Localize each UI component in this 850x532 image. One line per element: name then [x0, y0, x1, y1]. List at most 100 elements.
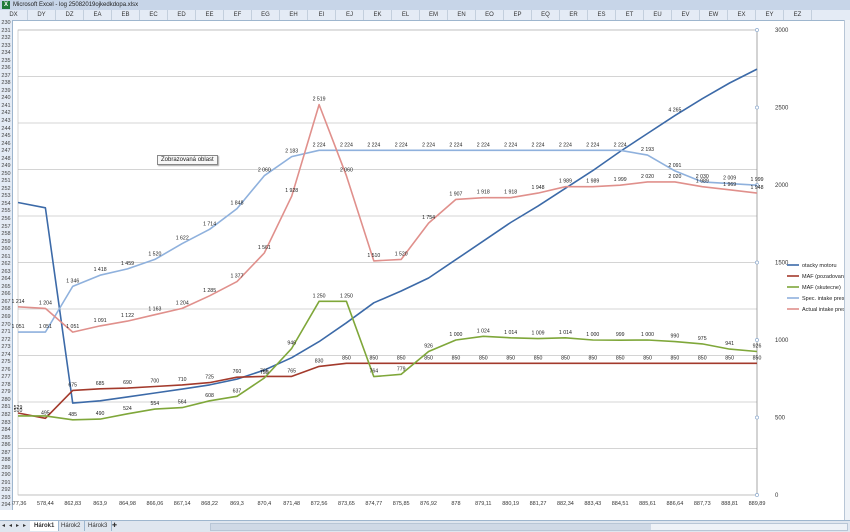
row-header[interactable]: 265 — [0, 284, 12, 292]
row-header[interactable]: 289 — [0, 465, 12, 473]
row-header[interactable]: 240 — [0, 95, 12, 103]
column-header[interactable]: DX — [0, 10, 28, 20]
column-header[interactable]: EY — [756, 10, 784, 20]
column-header[interactable]: ET — [616, 10, 644, 20]
row-header[interactable]: 251 — [0, 178, 12, 186]
row-header[interactable]: 259 — [0, 239, 12, 247]
row-header[interactable]: 231 — [0, 28, 12, 36]
column-header[interactable]: EU — [644, 10, 672, 20]
row-header[interactable]: 248 — [0, 156, 12, 164]
row-header[interactable]: 280 — [0, 397, 12, 405]
row-header[interactable]: 282 — [0, 412, 12, 420]
row-header[interactable]: 246 — [0, 141, 12, 149]
row-header[interactable]: 230 — [0, 20, 12, 28]
column-header[interactable]: EA — [84, 10, 112, 20]
next-sheet-arrow-icon[interactable]: ▸ — [16, 522, 19, 529]
column-header[interactable]: EW — [700, 10, 728, 20]
column-header[interactable]: EQ — [532, 10, 560, 20]
row-header[interactable]: 260 — [0, 246, 12, 254]
column-header[interactable]: EI — [308, 10, 336, 20]
row-header[interactable]: 258 — [0, 231, 12, 239]
row-header[interactable]: 264 — [0, 276, 12, 284]
row-header[interactable]: 249 — [0, 163, 12, 171]
row-header[interactable]: 292 — [0, 487, 12, 495]
row-header[interactable]: 235 — [0, 58, 12, 66]
right-axis-handle[interactable] — [755, 28, 759, 32]
series-line-0[interactable] — [17, 68, 758, 404]
row-header[interactable]: 252 — [0, 186, 12, 194]
row-header[interactable]: 239 — [0, 88, 12, 96]
row-header[interactable]: 233 — [0, 43, 12, 51]
right-axis-handle[interactable] — [755, 260, 759, 265]
right-axis-handle[interactable] — [755, 338, 759, 342]
row-header[interactable]: 279 — [0, 389, 12, 397]
row-header[interactable]: 271 — [0, 329, 12, 337]
column-header[interactable]: EZ — [784, 10, 812, 20]
column-header[interactable]: EM — [420, 10, 448, 20]
row-header[interactable]: 262 — [0, 261, 12, 269]
row-header[interactable]: 255 — [0, 208, 12, 216]
row-header[interactable]: 237 — [0, 73, 12, 81]
column-header[interactable]: EC — [140, 10, 168, 20]
row-header[interactable]: 277 — [0, 374, 12, 382]
column-header[interactable]: ER — [560, 10, 588, 20]
row-header[interactable]: 254 — [0, 201, 12, 209]
row-header[interactable]: 284 — [0, 427, 12, 435]
row-header[interactable]: 272 — [0, 337, 12, 345]
last-sheet-arrow-icon[interactable]: ▸ — [23, 522, 26, 529]
row-header[interactable]: 232 — [0, 35, 12, 43]
excel-icon[interactable]: X — [2, 1, 10, 9]
row-header[interactable]: 269 — [0, 314, 12, 322]
line-chart[interactable]: 0 500 1000 1500 2000 2500 3000 877,36 578,44 862,… — [12, 20, 844, 510]
row-header[interactable]: 294 — [0, 502, 12, 510]
row-header[interactable]: 238 — [0, 80, 12, 88]
column-header[interactable]: EH — [280, 10, 308, 20]
horizontal-scroll-thumb[interactable] — [211, 524, 651, 530]
right-axis-handle[interactable] — [755, 105, 759, 110]
column-header[interactable]: ED — [168, 10, 196, 20]
row-header[interactable]: 256 — [0, 216, 12, 224]
row-header[interactable]: 267 — [0, 299, 12, 307]
column-header[interactable]: EP — [504, 10, 532, 20]
row-header[interactable]: 290 — [0, 472, 12, 480]
first-sheet-arrow-icon[interactable]: ◂ — [2, 522, 5, 529]
column-header[interactable]: EB — [112, 10, 140, 20]
row-header[interactable]: 244 — [0, 126, 12, 134]
tab-sheet2[interactable]: Hárok2 — [57, 521, 86, 531]
column-header[interactable]: EK — [364, 10, 392, 20]
row-header[interactable]: 266 — [0, 291, 12, 299]
row-header[interactable]: 291 — [0, 480, 12, 488]
column-header[interactable]: DY — [28, 10, 56, 20]
row-header[interactable]: 276 — [0, 367, 12, 375]
row-header[interactable]: 288 — [0, 457, 12, 465]
column-header[interactable]: EX — [728, 10, 756, 20]
row-header[interactable]: 257 — [0, 224, 12, 232]
row-header[interactable]: 274 — [0, 352, 12, 360]
row-header[interactable]: 270 — [0, 322, 12, 330]
column-header[interactable]: ES — [588, 10, 616, 20]
column-header[interactable]: EG — [252, 10, 280, 20]
right-axis-handle[interactable] — [755, 415, 759, 420]
column-header[interactable]: EO — [476, 10, 504, 20]
row-header[interactable]: 261 — [0, 254, 12, 262]
row-header[interactable]: 268 — [0, 306, 12, 314]
column-header[interactable]: EJ — [336, 10, 364, 20]
row-header[interactable]: 253 — [0, 193, 12, 201]
row-header[interactable]: 234 — [0, 50, 12, 58]
row-header[interactable]: 250 — [0, 171, 12, 179]
row-header[interactable]: 281 — [0, 404, 12, 412]
vertical-scrollbar[interactable] — [844, 20, 850, 520]
row-header[interactable]: 278 — [0, 382, 12, 390]
row-header[interactable]: 236 — [0, 65, 12, 73]
row-header[interactable]: 241 — [0, 103, 12, 111]
row-header[interactable]: 283 — [0, 420, 12, 428]
row-header[interactable]: 285 — [0, 435, 12, 443]
row-header[interactable]: 287 — [0, 450, 12, 458]
row-header[interactable]: 293 — [0, 495, 12, 503]
prev-sheet-arrow-icon[interactable]: ◂ — [9, 522, 12, 529]
insert-sheet-icon[interactable]: ✚ — [112, 522, 117, 529]
column-header[interactable]: EF — [224, 10, 252, 20]
horizontal-scrollbar[interactable] — [210, 523, 848, 531]
series-line-4[interactable] — [17, 103, 758, 333]
row-header[interactable]: 263 — [0, 269, 12, 277]
